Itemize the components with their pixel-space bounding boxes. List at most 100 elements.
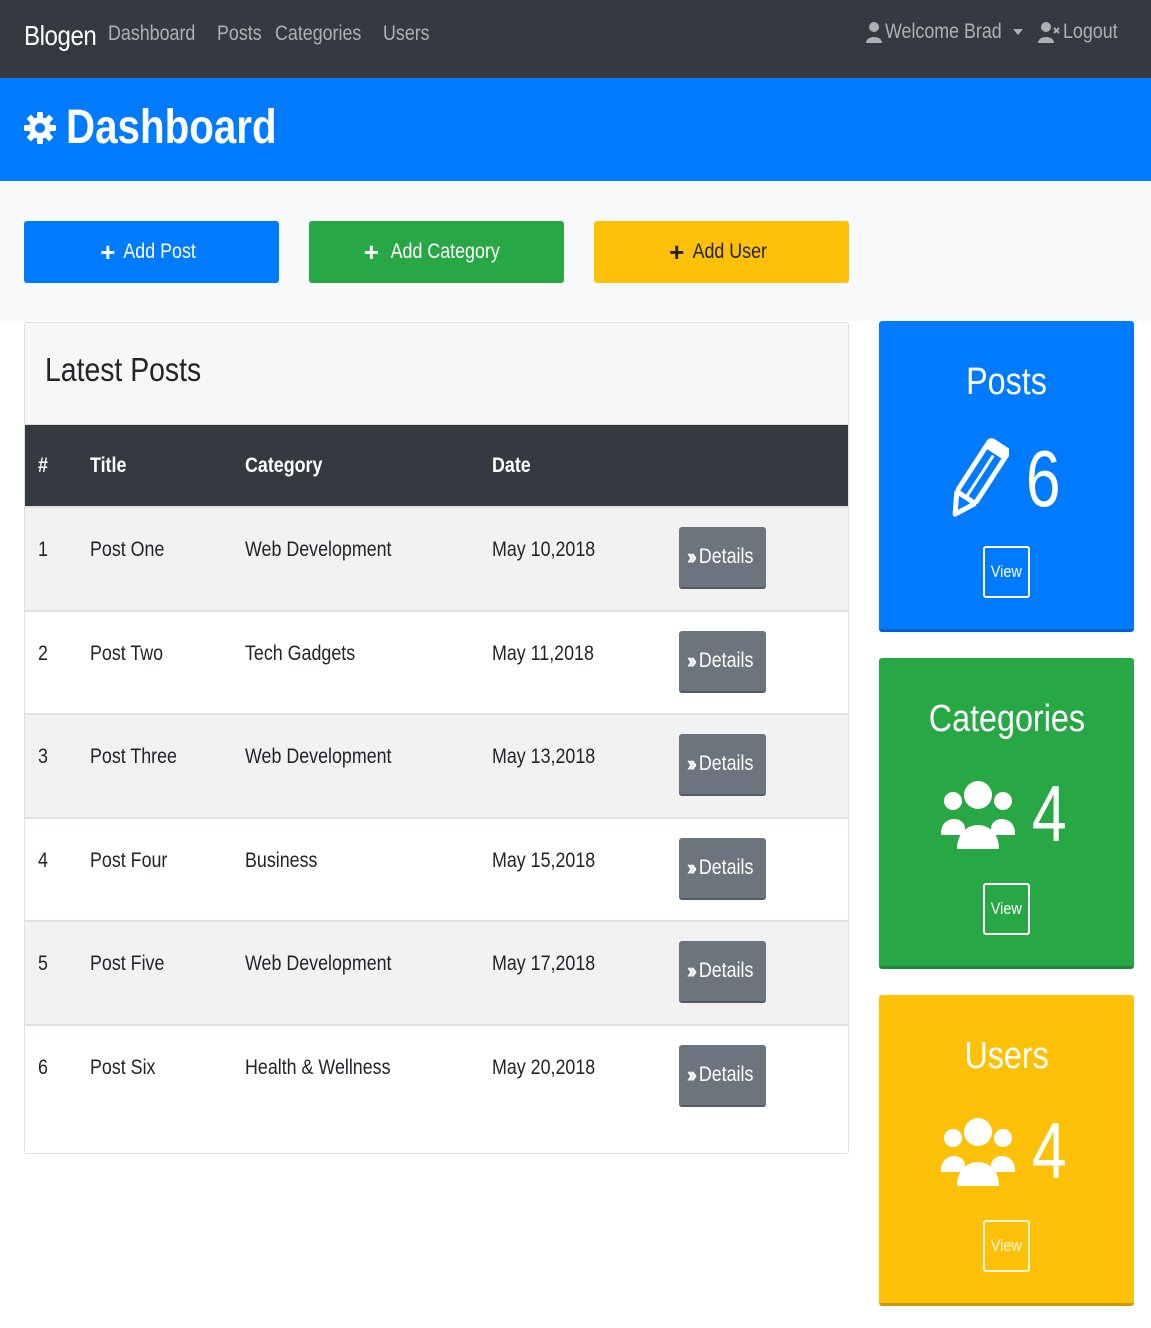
add-category-button[interactable]: + Add Category [309, 221, 564, 283]
stat-row: 4 [879, 1105, 1134, 1197]
table-row: 3 Post Three Web Development May 13,2018… [25, 714, 848, 818]
add-user-label: Add User [692, 240, 768, 263]
cell-num: 1 [38, 538, 48, 561]
view-categories-button[interactable]: View [983, 883, 1030, 935]
stat-count: 6 [1026, 434, 1061, 523]
nav-link-categories[interactable]: Categories [275, 22, 361, 46]
table-header-row: # Title Category Date [25, 425, 848, 507]
double-chevron-right-icon: ›› [686, 647, 697, 673]
chevron-down-icon [1012, 29, 1023, 35]
pencil-icon [952, 438, 1010, 517]
view-posts-button[interactable]: View [983, 546, 1030, 598]
users-stat-card: Users 4 View [879, 995, 1134, 1306]
details-button[interactable]: ›› Details [679, 1044, 766, 1107]
nav-link-posts[interactable]: Posts [217, 22, 262, 46]
double-chevron-right-icon: ›› [686, 854, 697, 880]
stat-title: Categories [928, 698, 1085, 740]
table-row: 1 Post One Web Development May 10,2018 ›… [25, 507, 848, 611]
cell-title: Post Six [90, 1055, 156, 1079]
cell-actions: ›› Details [679, 818, 848, 922]
stat-title: Posts [966, 361, 1047, 403]
nav-links: Dashboard Posts Categories Users [108, 22, 430, 46]
cell-date: May 13,2018 [492, 745, 596, 768]
logout-text: Logout [1062, 20, 1118, 43]
stat-count: 4 [1032, 1106, 1067, 1195]
details-button[interactable]: ›› Details [679, 734, 766, 796]
cell-date: May 17,2018 [492, 952, 596, 975]
details-button[interactable]: ›› Details [679, 527, 766, 589]
cell-category: Web Development [245, 952, 392, 975]
double-chevron-right-icon: ›› [686, 544, 697, 569]
column-header-num: # [38, 453, 48, 477]
cell-actions: ›› Details [679, 611, 848, 715]
page-header: Dashboard [0, 78, 1151, 181]
details-button[interactable]: ›› Details [679, 941, 766, 1003]
cell-category: Web Development [245, 538, 392, 561]
page-title-text: Dashboard [66, 101, 277, 154]
cell-actions: ›› Details [679, 921, 848, 1025]
nav-right: Welcome Brad Logout [865, 20, 1127, 44]
cell-num: 3 [38, 745, 48, 768]
column-header-title: Title [90, 453, 127, 477]
cell-num: 6 [38, 1055, 48, 1079]
card-title: Latest Posts [45, 351, 202, 388]
cell-category: Web Development [245, 745, 392, 768]
plus-icon: + [100, 236, 116, 267]
actions-bar: + Add Post + Add Category + Add User [0, 181, 1151, 321]
gear-icon [24, 111, 56, 144]
users-icon [941, 1118, 1016, 1186]
cell-title: Post One [90, 538, 165, 561]
cell-date: May 10,2018 [492, 538, 596, 561]
column-header-category: Category [245, 453, 323, 477]
navbar: Blogen Dashboard Posts Categories Users … [0, 0, 1151, 78]
view-users-button[interactable]: View [983, 1220, 1030, 1272]
stat-title: Users [964, 1035, 1049, 1077]
cell-date: May 15,2018 [492, 848, 596, 872]
details-button[interactable]: ›› Details [679, 630, 766, 693]
user-times-icon [1037, 22, 1060, 43]
column-header-actions [679, 425, 848, 507]
nav-link-dashboard[interactable]: Dashboard [108, 22, 195, 46]
posts-table: # Title Category Date 1 Post One Web Dev… [25, 425, 848, 1128]
cell-category: Tech Gadgets [245, 641, 356, 665]
users-icon [941, 781, 1016, 849]
details-button[interactable]: ›› Details [679, 837, 766, 900]
cell-num: 2 [38, 641, 48, 665]
welcome-text: Welcome Brad [885, 20, 1003, 43]
cell-date: May 20,2018 [492, 1055, 596, 1079]
logout-link[interactable]: Logout [1037, 20, 1127, 44]
cell-title: Post Three [90, 745, 177, 768]
double-chevron-right-icon: ›› [686, 1061, 697, 1087]
add-post-label: Add Post [123, 240, 197, 263]
add-user-button[interactable]: + Add User [594, 221, 849, 283]
latest-posts-card: Latest Posts # Title Category Date 1 Pos… [24, 322, 849, 1154]
categories-stat-card: Categories 4 View [879, 658, 1134, 969]
cell-category: Business [245, 848, 318, 872]
stat-row: 6 [879, 431, 1134, 527]
cell-num: 5 [38, 952, 48, 975]
table-row: 6 Post Six Health & Wellness May 20,2018… [25, 1024, 848, 1129]
cell-num: 4 [38, 848, 48, 872]
add-post-button[interactable]: + Add Post [24, 221, 279, 283]
user-icon [866, 22, 883, 43]
stat-row: 4 [879, 768, 1134, 860]
cell-category: Health & Wellness [245, 1055, 391, 1079]
cell-title: Post Two [90, 641, 164, 665]
table-row: 4 Post Four Business May 15,2018 ›› Detai… [25, 817, 848, 922]
cell-actions: ›› Details [679, 714, 848, 818]
brand-logo[interactable]: Blogen [24, 20, 97, 52]
nav-link-users[interactable]: Users [383, 22, 430, 46]
welcome-dropdown[interactable]: Welcome Brad [865, 20, 1023, 44]
cell-title: Post Four [90, 848, 168, 872]
double-chevron-right-icon: ›› [686, 751, 697, 776]
add-category-label: Add Category [390, 240, 500, 263]
table-row: 5 Post Five Web Development May 17,2018 … [25, 921, 848, 1025]
cell-date: May 11,2018 [492, 641, 594, 665]
cell-actions: ›› Details [679, 1025, 848, 1129]
cell-actions: ›› Details [679, 507, 848, 611]
stat-count: 4 [1032, 769, 1067, 858]
plus-icon: + [363, 236, 379, 267]
column-header-date: Date [492, 453, 531, 477]
table-row: 2 Post Two Tech Gadgets May 11,2018 ›› De… [25, 610, 848, 715]
cell-title: Post Five [90, 952, 165, 975]
